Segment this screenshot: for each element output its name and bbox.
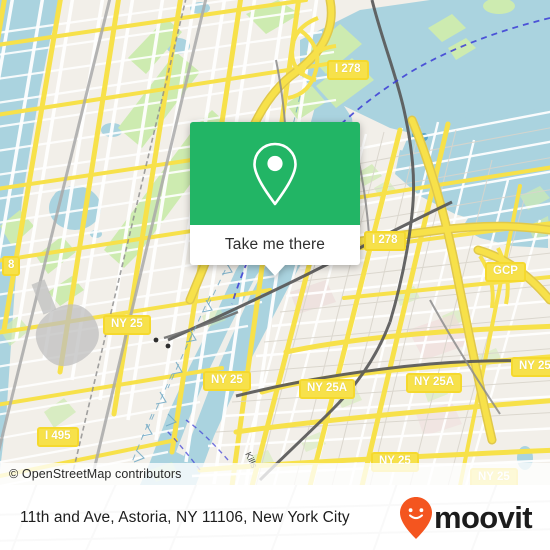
moovit-wordmark: moovit bbox=[433, 500, 533, 535]
moovit-brand[interactable]: moovit bbox=[399, 496, 533, 540]
shield-gcp: GCP bbox=[485, 262, 526, 283]
moovit-pin-smiley-icon bbox=[399, 496, 432, 539]
popup-header bbox=[190, 122, 360, 225]
shield-i278-north: I 278 bbox=[327, 60, 369, 81]
attribution-text: © OpenStreetMap contributors bbox=[9, 467, 182, 481]
moovit-map-screenshot: I 278 8 I 278 GCP NY 25 NY 25A NY 25 NY … bbox=[0, 0, 550, 550]
address-label: 11th and Ave, Astoria, NY 11106, New Yor… bbox=[20, 508, 350, 526]
shield-ny25a-right: NY 25A bbox=[406, 373, 463, 394]
map-pin-icon bbox=[253, 142, 297, 205]
map-attribution: © OpenStreetMap contributors bbox=[0, 463, 550, 485]
shield-i278-south: I 278 bbox=[364, 231, 406, 252]
shield-ny25a-center: NY 25A bbox=[299, 379, 356, 400]
take-me-there-label: Take me there bbox=[224, 236, 326, 253]
shield-8: 8 bbox=[2, 256, 21, 277]
destination-popup-card[interactable]: Take me there bbox=[190, 122, 360, 276]
shield-i495: I 495 bbox=[37, 427, 79, 448]
shield-ny25-west: NY 25 bbox=[103, 315, 151, 336]
popup-action-bar[interactable]: Take me there bbox=[190, 225, 360, 276]
popup-tail bbox=[264, 264, 286, 276]
footer-bar: 11th and Ave, Astoria, NY 11106, New Yor… bbox=[0, 485, 550, 550]
shield-ny25-mid: NY 25 bbox=[203, 371, 251, 392]
shield-ny25a-east: NY 25A bbox=[511, 357, 550, 378]
